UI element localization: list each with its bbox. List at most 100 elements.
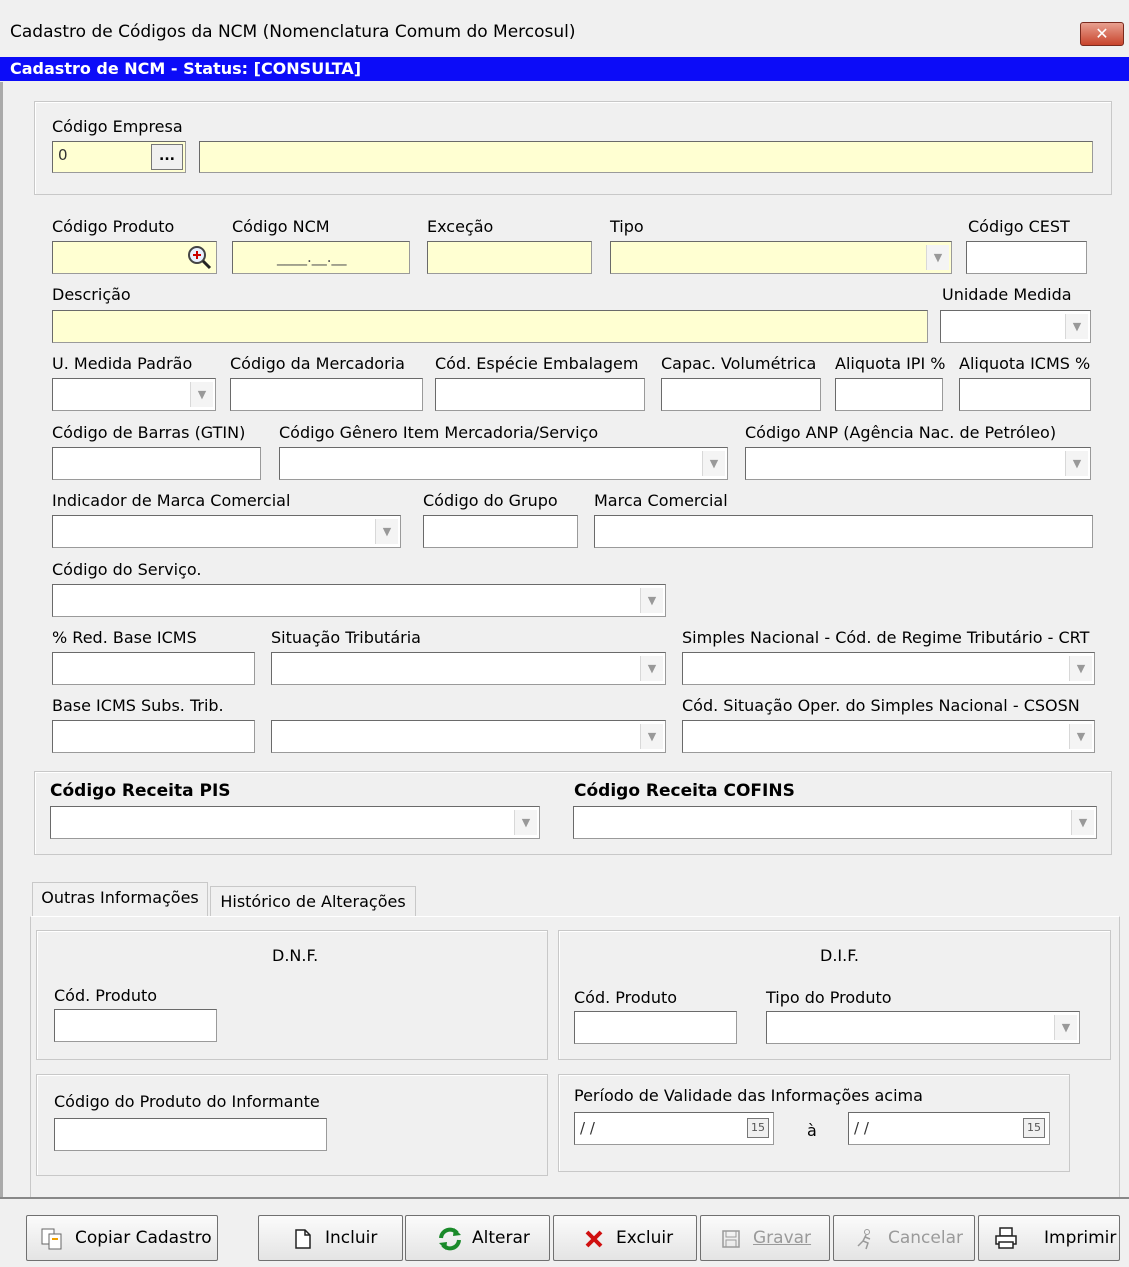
receita-pis-select[interactable]: ▼ (50, 806, 540, 839)
capac-volumetrica-label: Capac. Volumétrica (661, 354, 817, 373)
u-medida-padrao-label: U. Medida Padrão (52, 354, 193, 373)
receita-cofins-select[interactable]: ▼ (573, 806, 1097, 839)
situacao-tributaria-label: Situação Tributária (271, 628, 421, 647)
bottom-separator (0, 1197, 1129, 1199)
base-icms-st-field[interactable] (52, 720, 255, 753)
codigo-ncm-mask: ____.__.__ (277, 248, 347, 266)
alterar-button[interactable]: Alterar (405, 1215, 550, 1261)
empresa-code-field[interactable]: 0 ... (52, 141, 186, 173)
periodo-label: Período de Validade das Informações acim… (574, 1086, 923, 1105)
csosn-label: Cód. Situação Oper. do Simples Nacional … (682, 696, 1080, 715)
dif-tipo-produto-select[interactable]: ▼ (766, 1011, 1080, 1044)
chevron-down-icon[interactable]: ▼ (926, 245, 949, 270)
cancelar-label: Cancelar (888, 1228, 963, 1248)
chevron-down-icon[interactable]: ▼ (1071, 810, 1094, 835)
codigo-grupo-label: Código do Grupo (423, 491, 558, 510)
codigo-cest-field[interactable] (966, 241, 1087, 274)
periodo-from-value: / / (580, 1119, 595, 1137)
receita-cofins-label: Código Receita COFINS (574, 781, 795, 801)
alterar-label: Alterar (472, 1228, 530, 1248)
chevron-down-icon[interactable]: ▼ (1054, 1015, 1077, 1040)
indicador-marca-select[interactable]: ▼ (52, 515, 401, 548)
capac-volumetrica-field[interactable] (661, 378, 821, 411)
empresa-name-field[interactable] (199, 141, 1093, 173)
informante-field[interactable] (54, 1118, 327, 1151)
tipo-select[interactable]: ▼ (610, 241, 952, 274)
search-zoom-icon[interactable] (186, 244, 212, 270)
codigo-barras-field[interactable] (52, 447, 261, 480)
chevron-down-icon[interactable]: ▼ (190, 382, 213, 407)
unidade-medida-label: Unidade Medida (942, 285, 1072, 304)
imprimir-button[interactable]: Imprimir (978, 1215, 1120, 1261)
chevron-down-icon[interactable]: ▼ (375, 519, 398, 544)
aliquota-ipi-label: Aliquota IPI % (835, 354, 946, 373)
dif-cod-produto-label: Cód. Produto (574, 988, 678, 1007)
aliquota-ipi-field[interactable] (835, 378, 943, 411)
periodo-separator: à (807, 1121, 817, 1140)
chevron-down-icon[interactable]: ▼ (640, 588, 663, 613)
codigo-servico-label: Código do Serviço. (52, 560, 202, 579)
marca-comercial-label: Marca Comercial (594, 491, 728, 510)
csosn-select[interactable]: ▼ (682, 720, 1095, 753)
codigo-grupo-field[interactable] (423, 515, 578, 548)
codigo-produto-label: Código Produto (52, 217, 175, 236)
tab-outras-informacoes[interactable]: Outras Informações (32, 882, 208, 917)
descricao-label: Descrição (52, 285, 131, 304)
codigo-genero-select[interactable]: ▼ (279, 447, 728, 480)
simples-crt-label: Simples Nacional - Cód. de Regime Tribut… (682, 628, 1090, 647)
periodo-to-date[interactable]: / / 15 (848, 1112, 1050, 1145)
new-document-icon (295, 1229, 311, 1249)
close-button[interactable]: ✕ (1080, 22, 1124, 46)
aliquota-icms-label: Aliquota ICMS % (959, 354, 1091, 373)
base-icms-st-select[interactable]: ▼ (271, 720, 666, 753)
empresa-lookup-button[interactable]: ... (151, 144, 183, 170)
chevron-down-icon[interactable]: ▼ (514, 810, 537, 835)
copiar-cadastro-button[interactable]: Copiar Cadastro (26, 1215, 218, 1261)
excluir-button[interactable]: Excluir (553, 1215, 697, 1261)
periodo-to-value: / / (854, 1119, 869, 1137)
cod-especie-embalagem-field[interactable] (435, 378, 645, 411)
imprimir-label: Imprimir (1044, 1228, 1117, 1248)
u-medida-padrao-select[interactable]: ▼ (52, 378, 216, 411)
codigo-cest-label: Código CEST (968, 217, 1070, 236)
codigo-ncm-field[interactable]: ____.__.__ (232, 241, 410, 274)
marca-comercial-field[interactable] (594, 515, 1093, 548)
codigo-produto-field[interactable] (52, 241, 217, 274)
aliquota-icms-field[interactable] (959, 378, 1091, 411)
unidade-medida-select[interactable]: ▼ (940, 310, 1091, 343)
situacao-tributaria-select[interactable]: ▼ (271, 652, 666, 685)
descricao-field[interactable] (52, 310, 928, 343)
excecao-label: Exceção (427, 217, 494, 236)
red-base-icms-field[interactable] (52, 652, 255, 685)
tab-historico-alteracoes[interactable]: Histórico de Alterações (210, 886, 416, 916)
calendar-icon[interactable]: 15 (747, 1118, 769, 1138)
red-base-icms-label: % Red. Base ICMS (52, 628, 197, 647)
chevron-down-icon[interactable]: ▼ (640, 724, 663, 749)
dnf-cod-produto-field[interactable] (54, 1009, 217, 1042)
tipo-label: Tipo (610, 217, 644, 236)
gravar-button[interactable]: Gravar (700, 1215, 830, 1261)
periodo-from-date[interactable]: / / 15 (574, 1112, 774, 1145)
cod-especie-embalagem-label: Cód. Espécie Embalagem (435, 354, 639, 373)
calendar-icon[interactable]: 15 (1023, 1118, 1045, 1138)
printer-icon (995, 1227, 1017, 1249)
incluir-button[interactable]: Incluir (258, 1215, 403, 1261)
chevron-down-icon[interactable]: ▼ (1065, 314, 1088, 339)
codigo-genero-label: Código Gênero Item Mercadoria/Serviço (279, 423, 599, 442)
codigo-servico-select[interactable]: ▼ (52, 584, 666, 617)
codigo-anp-select[interactable]: ▼ (745, 447, 1091, 480)
codigo-mercadoria-field[interactable] (230, 378, 423, 411)
excecao-field[interactable] (427, 241, 592, 274)
dnf-title: D.N.F. (272, 946, 319, 965)
chevron-down-icon[interactable]: ▼ (1065, 451, 1088, 476)
delete-x-icon (585, 1230, 603, 1248)
chevron-down-icon[interactable]: ▼ (1069, 724, 1092, 749)
chevron-down-icon[interactable]: ▼ (702, 451, 725, 476)
simples-crt-select[interactable]: ▼ (682, 652, 1095, 685)
dif-cod-produto-field[interactable] (574, 1011, 737, 1044)
chevron-down-icon[interactable]: ▼ (1069, 656, 1092, 681)
cancelar-button[interactable]: Cancelar (833, 1215, 975, 1261)
left-border (0, 82, 3, 1197)
chevron-down-icon[interactable]: ▼ (640, 656, 663, 681)
receita-pis-label: Código Receita PIS (50, 781, 231, 801)
